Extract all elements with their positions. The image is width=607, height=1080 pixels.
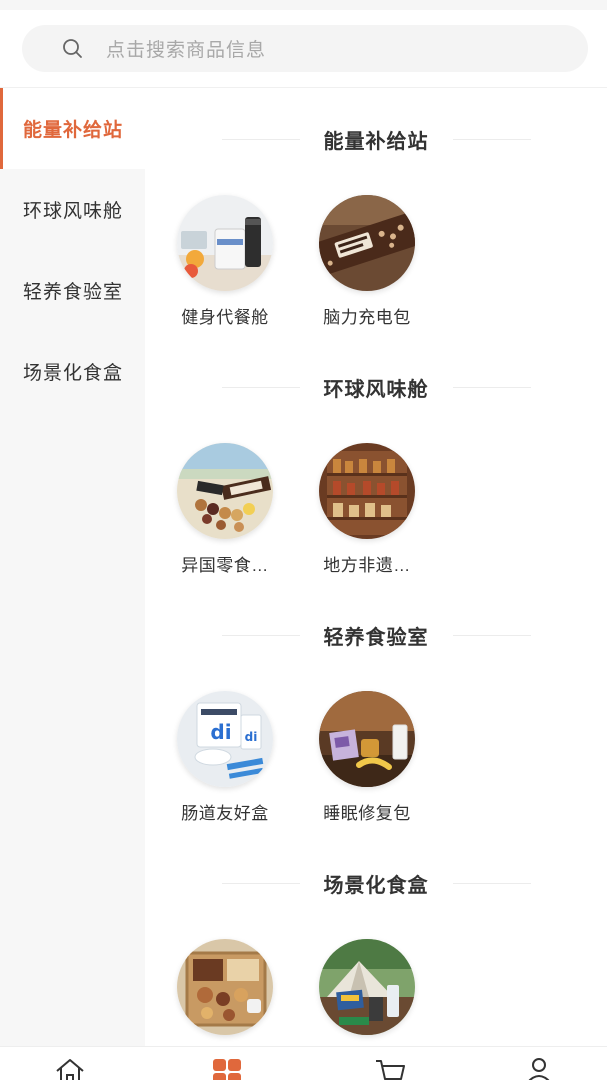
sidebar-item-light-lab[interactable]: 轻养食验室 <box>0 250 145 331</box>
product-image-gut-box[interactable]: di di <box>177 691 273 787</box>
product-image-brain-pack[interactable] <box>319 195 415 291</box>
cart-icon[interactable] <box>374 1057 408 1080</box>
section-title-text: 轻养食验室 <box>323 626 429 649</box>
product-label: 地方非遗… <box>323 556 411 575</box>
product-image-heritage-food[interactable] <box>319 443 415 539</box>
product-item[interactable] <box>319 939 461 1046</box>
search-icon[interactable] <box>62 38 84 60</box>
category-icon[interactable] <box>210 1057 244 1080</box>
section-title: 环球风味舱 <box>145 372 607 402</box>
product-list: 异国零食… 地方非遗… <box>177 443 461 576</box>
product-label: 肠道友好盒 <box>181 804 269 823</box>
product-item[interactable]: di di 肠道友好盒 <box>177 691 319 824</box>
product-list: di di 肠道友好盒 睡眠修复包 <box>177 691 461 824</box>
status-strip <box>0 0 607 10</box>
section-scene-box: 场景化食盒 <box>145 832 607 1046</box>
product-label: 健身代餐舱 <box>181 308 269 327</box>
bottom-tabbar <box>0 1046 607 1080</box>
product-item[interactable]: 异国零食… <box>177 443 319 576</box>
section-title-text: 环球风味舱 <box>323 378 429 401</box>
sidebar-item-label: 场景化食盒 <box>23 363 124 384</box>
user-icon[interactable] <box>522 1057 556 1080</box>
section-title-text: 场景化食盒 <box>323 874 429 897</box>
section-global-flavor: 环球风味舱 异国零食… 地方非遗… <box>145 336 607 584</box>
section-energy: 能量补给站 健身代餐舱 脑力充电包 <box>145 88 607 336</box>
product-label: 睡眠修复包 <box>323 804 411 823</box>
product-image-camping-box[interactable] <box>319 939 415 1035</box>
section-title: 能量补给站 <box>145 124 607 154</box>
divider <box>452 386 531 388</box>
product-item[interactable]: 地方非遗… <box>319 443 461 576</box>
svg-text:di: di <box>210 720 231 744</box>
search-placeholder[interactable]: 点击搜索商品信息 <box>106 35 266 62</box>
divider <box>221 634 300 636</box>
product-label: 脑力充电包 <box>323 308 411 327</box>
product-label: 异国零食… <box>181 556 269 575</box>
category-sidebar: 能量补给站 环球风味舱 轻养食验室 场景化食盒 <box>0 88 145 1046</box>
divider <box>221 386 300 388</box>
section-light-lab: 轻养食验室 di di 肠道友好盒 睡眠修复包 <box>145 584 607 832</box>
sidebar-item-label: 环球风味舱 <box>23 201 124 222</box>
sidebar-item-global-flavor[interactable]: 环球风味舱 <box>0 169 145 250</box>
product-image-sleep-pack[interactable] <box>319 691 415 787</box>
product-image-fitness-meal[interactable] <box>177 195 273 291</box>
divider <box>221 138 300 140</box>
home-icon[interactable] <box>53 1057 87 1080</box>
sidebar-item-energy[interactable]: 能量补给站 <box>0 88 145 169</box>
category-content: 能量补给站 健身代餐舱 脑力充电包 环球风味舱 异国零食… 地方非遗… 轻养食验… <box>145 88 607 1046</box>
product-image-snack-box[interactable] <box>177 939 273 1035</box>
section-title: 轻养食验室 <box>145 620 607 650</box>
section-title-text: 能量补给站 <box>323 130 429 153</box>
product-item[interactable]: 健身代餐舱 <box>177 195 319 328</box>
sidebar-item-scene-box[interactable]: 场景化食盒 <box>0 331 145 412</box>
svg-text:di: di <box>245 730 258 744</box>
product-item[interactable] <box>177 939 319 1046</box>
product-item[interactable]: 脑力充电包 <box>319 195 461 328</box>
header: 点击搜索商品信息 <box>0 0 607 88</box>
divider <box>452 634 531 636</box>
search-bar[interactable]: 点击搜索商品信息 <box>22 25 588 72</box>
section-title: 场景化食盒 <box>145 868 607 898</box>
product-item[interactable]: 睡眠修复包 <box>319 691 461 824</box>
divider <box>452 138 531 140</box>
sidebar-item-label: 轻养食验室 <box>23 282 124 303</box>
product-list <box>177 939 461 1046</box>
sidebar-item-label: 能量补给站 <box>23 120 124 141</box>
divider <box>221 882 300 884</box>
product-image-foreign-snacks[interactable] <box>177 443 273 539</box>
product-list: 健身代餐舱 脑力充电包 <box>177 195 461 328</box>
divider <box>452 882 531 884</box>
